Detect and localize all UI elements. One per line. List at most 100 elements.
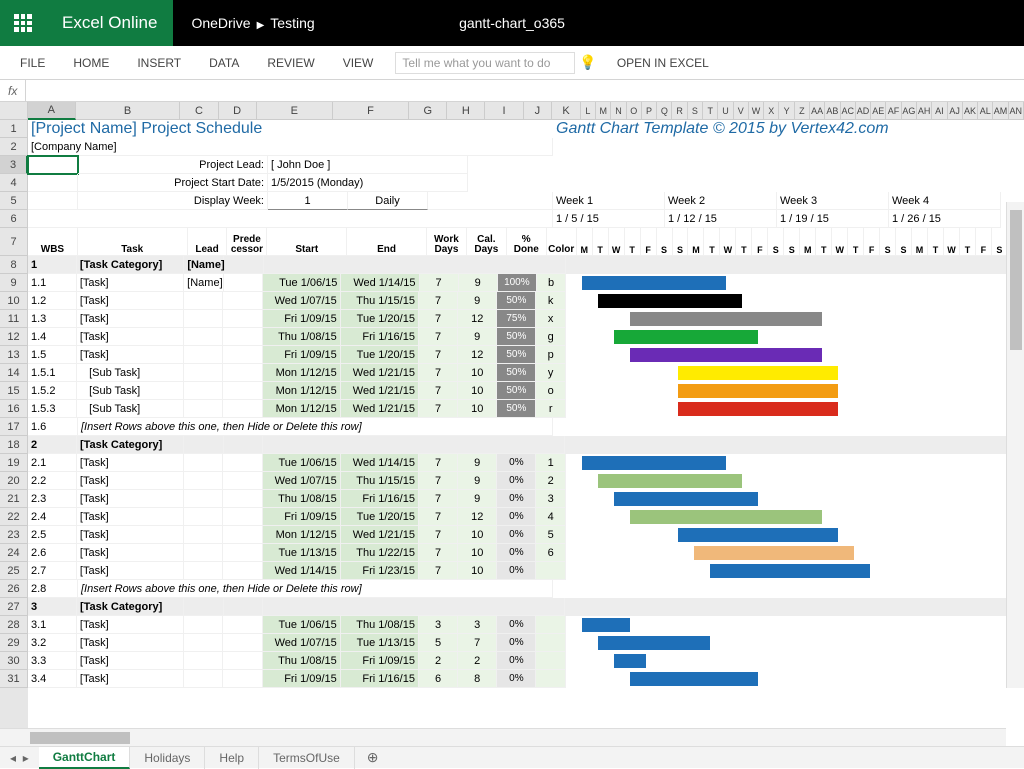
cell[interactable] — [223, 670, 262, 688]
cell[interactable]: F — [641, 228, 657, 256]
cell[interactable]: Mon 1/12/15 — [263, 382, 341, 400]
cell[interactable]: 1/5/2015 (Monday) — [268, 174, 468, 192]
col-header[interactable]: W — [749, 102, 764, 120]
row-header[interactable]: 15 — [0, 382, 28, 400]
cell[interactable]: 2 — [419, 652, 458, 670]
cell[interactable]: 3 — [419, 616, 458, 634]
cell[interactable]: Mon 1/12/15 — [263, 400, 341, 418]
cell[interactable] — [263, 436, 566, 454]
cell[interactable]: 2.5 — [28, 526, 77, 544]
cell[interactable] — [28, 192, 78, 210]
cell[interactable]: 1 — [28, 256, 77, 274]
col-header[interactable]: AG — [902, 102, 917, 120]
col-header[interactable]: A — [28, 102, 76, 120]
cell[interactable]: M — [688, 228, 704, 256]
row-header[interactable]: 20 — [0, 472, 28, 490]
row-header[interactable]: 29 — [0, 634, 28, 652]
col-header[interactable]: F — [333, 102, 409, 120]
cell[interactable]: 2.6 — [28, 544, 77, 562]
sheet-tab[interactable]: Holidays — [130, 747, 205, 769]
cell[interactable]: 5 — [536, 526, 565, 544]
col-header[interactable]: AH — [917, 102, 932, 120]
row-header[interactable]: 1 — [0, 120, 28, 138]
cell[interactable]: 2 — [28, 436, 77, 454]
cell[interactable]: [ John Doe ] — [268, 156, 468, 174]
tell-me-input[interactable]: Tell me what you want to do — [395, 52, 575, 74]
cell[interactable]: Wed 1/21/15 — [341, 364, 419, 382]
cell[interactable]: 3.4 — [28, 670, 77, 688]
cell[interactable]: 0% — [497, 544, 536, 562]
row-header[interactable]: 16 — [0, 400, 28, 418]
horizontal-scrollbar[interactable] — [0, 728, 1006, 746]
col-header[interactable]: Y — [779, 102, 794, 120]
cell[interactable]: 9 — [459, 274, 498, 292]
cell[interactable]: S — [657, 228, 673, 256]
cell[interactable]: Display Week: — [78, 192, 268, 210]
cell[interactable]: 1 / 5 / 15 — [553, 210, 665, 228]
row-header[interactable]: 13 — [0, 346, 28, 364]
cell[interactable]: 10 — [458, 400, 497, 418]
cell[interactable]: 5 — [419, 634, 458, 652]
row-header[interactable]: 30 — [0, 652, 28, 670]
cell[interactable]: 6 — [419, 670, 458, 688]
cell[interactable]: Thu 1/15/15 — [341, 292, 419, 310]
ribbon-tab-data[interactable]: DATA — [195, 46, 253, 80]
cell[interactable] — [184, 454, 223, 472]
col-header[interactable]: AD — [856, 102, 871, 120]
cell[interactable]: g — [536, 328, 565, 346]
cell[interactable] — [223, 400, 262, 418]
cell[interactable]: Thu 1/08/15 — [263, 328, 341, 346]
cell[interactable]: Tue 1/13/15 — [263, 544, 341, 562]
cell[interactable]: T — [960, 228, 976, 256]
cell[interactable]: 0% — [497, 562, 536, 580]
cell[interactable]: [Task] — [77, 508, 184, 526]
col-header[interactable]: AN — [1009, 102, 1024, 120]
cell[interactable]: 2.1 — [28, 454, 77, 472]
cell[interactable]: T — [704, 228, 720, 256]
row-header[interactable]: 12 — [0, 328, 28, 346]
cell[interactable]: 0% — [497, 490, 536, 508]
col-header[interactable]: C — [180, 102, 218, 120]
col-header[interactable]: V — [734, 102, 749, 120]
cell[interactable]: Tue 1/20/15 — [341, 346, 419, 364]
cell[interactable]: Thu 1/08/15 — [263, 490, 341, 508]
cell[interactable]: Daily — [348, 192, 428, 210]
breadcrumb[interactable]: OneDrive▶Testing — [173, 15, 332, 31]
cell[interactable]: Tue 1/13/15 — [341, 634, 419, 652]
cell[interactable] — [184, 634, 223, 652]
row-header[interactable]: 8 — [0, 256, 28, 274]
cell[interactable]: WBS — [28, 228, 78, 256]
cell[interactable]: 50% — [497, 364, 536, 382]
cell[interactable]: S — [880, 228, 896, 256]
vertical-scrollbar[interactable] — [1006, 202, 1024, 688]
cell[interactable] — [223, 526, 262, 544]
cell[interactable] — [428, 192, 553, 210]
cell[interactable] — [536, 652, 565, 670]
cell[interactable]: Week 4 — [889, 192, 1001, 210]
cell[interactable]: 2.3 — [28, 490, 77, 508]
cell[interactable]: 1.5.1 — [28, 364, 77, 382]
cell[interactable]: [Task] — [77, 346, 184, 364]
cell[interactable]: [Task Category] — [77, 598, 184, 616]
col-header[interactable]: I — [485, 102, 523, 120]
cell[interactable]: 7 — [419, 382, 458, 400]
col-header[interactable]: N — [611, 102, 626, 120]
cell[interactable]: Project Lead: — [78, 156, 268, 174]
cell[interactable]: p — [536, 346, 565, 364]
cell[interactable]: 12 — [458, 346, 497, 364]
row-header[interactable]: 9 — [0, 274, 28, 292]
col-header[interactable]: K — [552, 102, 581, 120]
cell[interactable] — [223, 472, 262, 490]
cell[interactable] — [223, 634, 262, 652]
col-header[interactable]: R — [672, 102, 687, 120]
cell[interactable] — [28, 210, 553, 228]
cell[interactable]: 9 — [458, 454, 497, 472]
col-header[interactable]: E — [257, 102, 333, 120]
cell[interactable] — [28, 156, 78, 174]
cell[interactable]: 9 — [458, 490, 497, 508]
cell[interactable] — [223, 346, 262, 364]
cell[interactable]: [Task] — [77, 544, 184, 562]
cell[interactable]: T — [625, 228, 641, 256]
cell[interactable]: Wed 1/14/15 — [263, 562, 341, 580]
cell[interactable] — [184, 490, 223, 508]
